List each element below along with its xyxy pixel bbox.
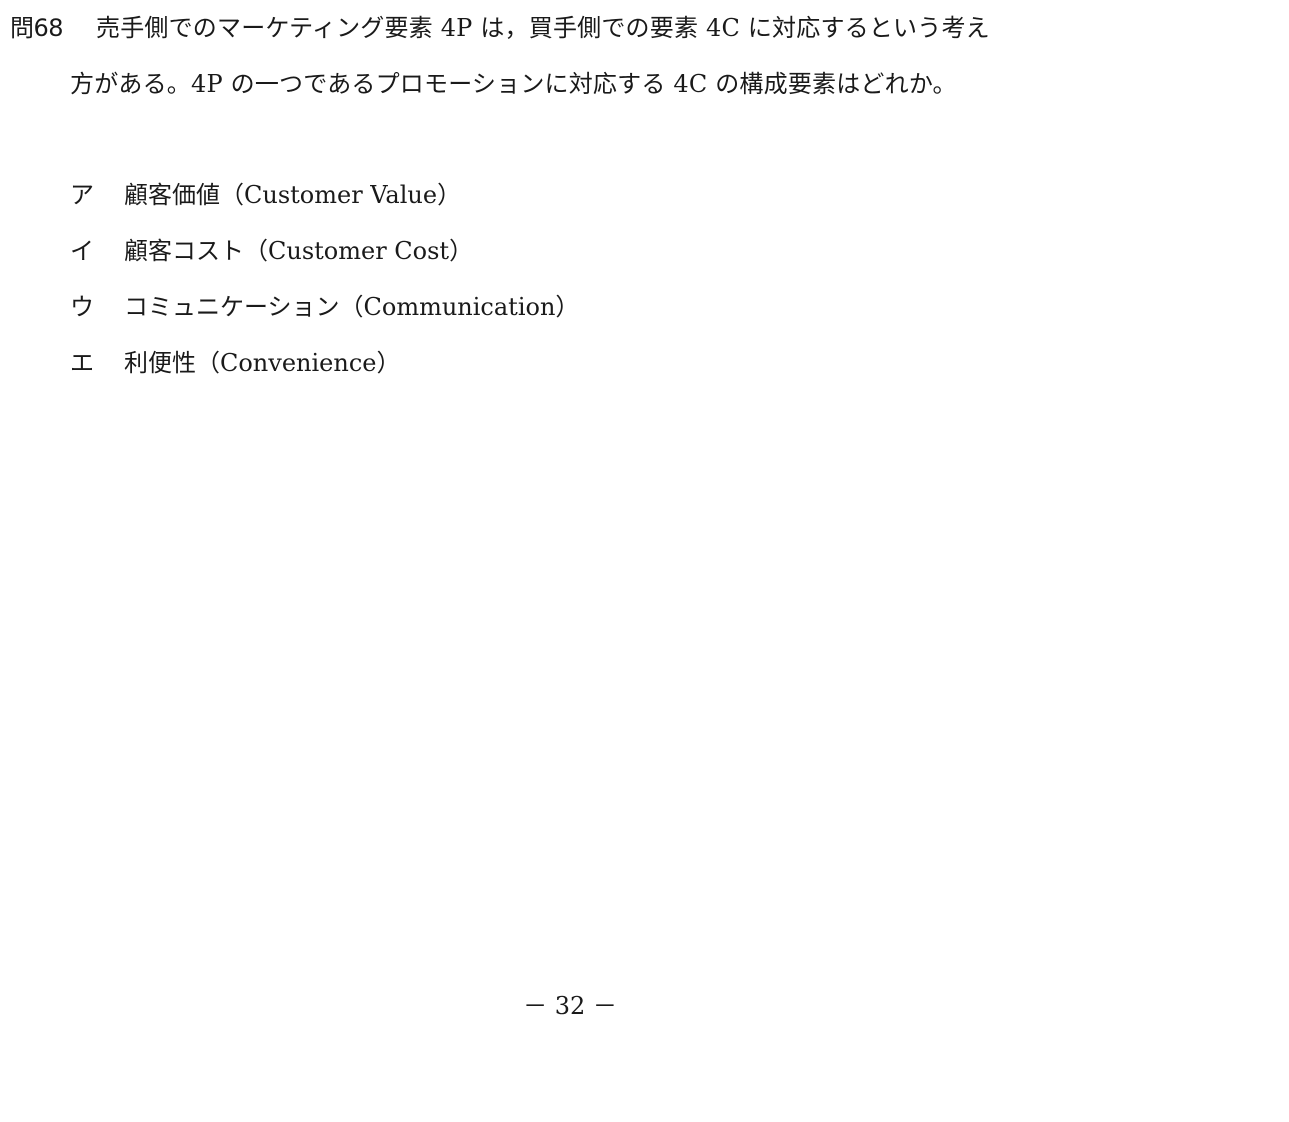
option-text: 利便性（Convenience）	[124, 349, 401, 377]
question-text-line-1: 売手側でのマーケティング要素 4P は，買手側での要素 4C に対応するという考…	[96, 14, 990, 42]
option-text: 顧客価値（Customer Value）	[124, 181, 462, 209]
answer-option-u[interactable]: ウ コミュニケーション（Communication）	[70, 290, 579, 324]
question-number: 問68	[10, 14, 64, 42]
page-number: － 32 －	[523, 992, 617, 1020]
option-letter: イ	[70, 237, 94, 265]
question-text-line-2: 方がある。4P の一つであるプロモーションに対応する 4C の構成要素はどれか。	[70, 70, 957, 98]
option-letter: ウ	[70, 293, 94, 321]
answer-option-a[interactable]: ア 顧客価値（Customer Value）	[70, 178, 461, 212]
answer-option-i[interactable]: イ 顧客コスト（Customer Cost）	[70, 234, 473, 268]
option-letter: ア	[70, 181, 94, 209]
answer-option-e[interactable]: エ 利便性（Convenience）	[70, 346, 400, 380]
option-text: コミュニケーション（Communication）	[124, 293, 580, 321]
option-letter: エ	[70, 349, 94, 377]
exam-page: 問68 売手側でのマーケティング要素 4P は，買手側での要素 4C に対応する…	[0, 0, 1289, 1122]
option-text: 顧客コスト（Customer Cost）	[124, 237, 474, 265]
